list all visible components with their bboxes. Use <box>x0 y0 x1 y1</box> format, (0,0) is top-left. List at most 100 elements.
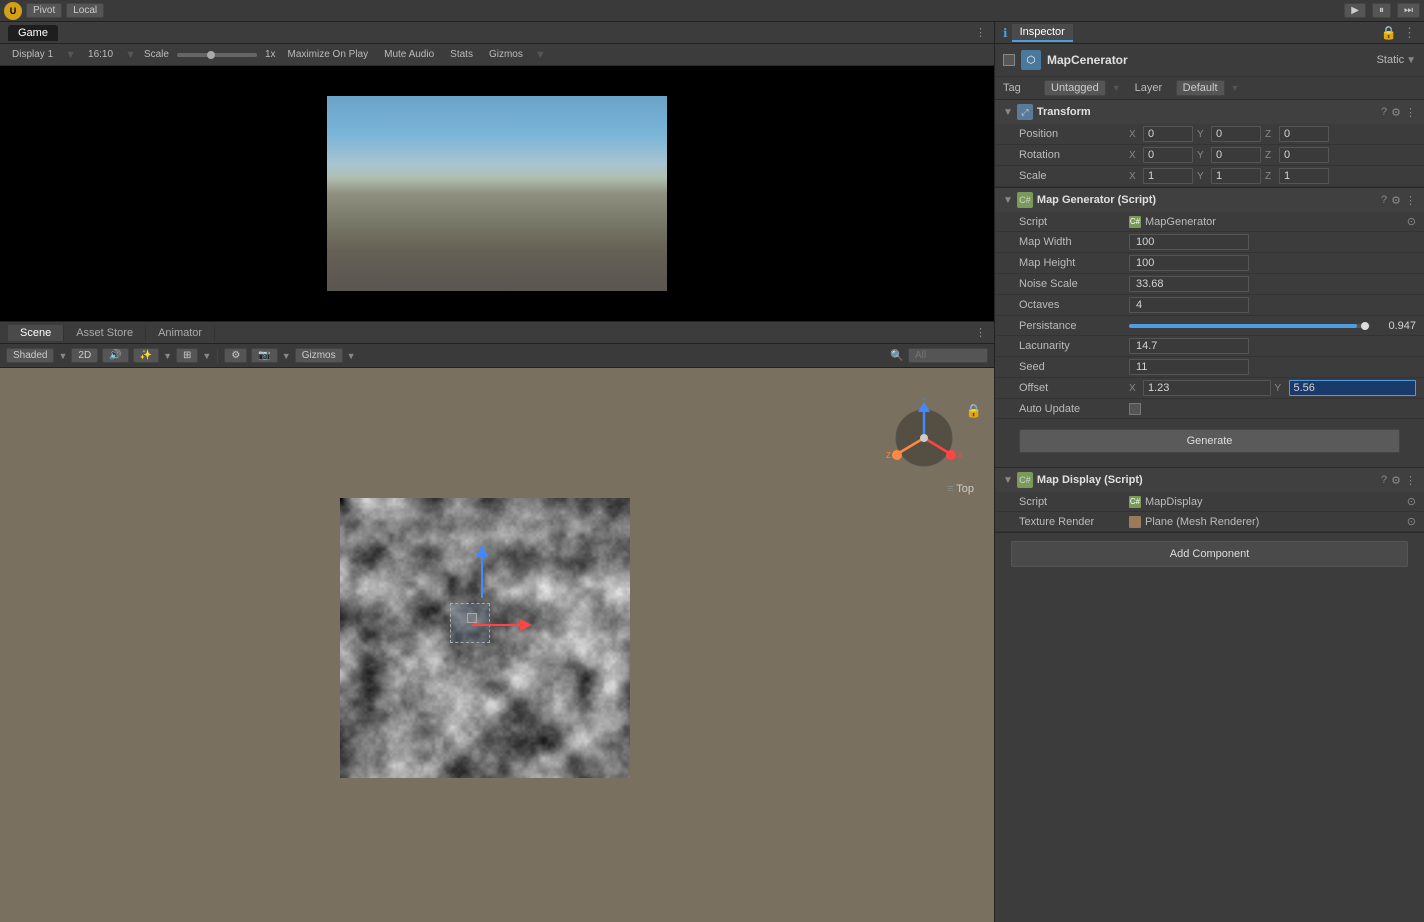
map-gen-script-icon: C# <box>1129 216 1141 228</box>
map-gen-help-icon[interactable]: ? <box>1381 194 1387 206</box>
map-gen-script-target[interactable]: ⊙ <box>1407 215 1416 228</box>
seed-input[interactable] <box>1129 359 1249 375</box>
map-display-script-icon: C# <box>1129 496 1141 508</box>
position-z-input[interactable] <box>1279 126 1329 142</box>
map-display-script-target[interactable]: ⊙ <box>1407 495 1416 508</box>
pause-button[interactable]: ⏸ <box>1372 3 1391 18</box>
map-height-input[interactable] <box>1129 255 1249 271</box>
transform-help-icon[interactable]: ? <box>1381 106 1387 118</box>
map-gen-script-name: MapGenerator <box>1145 216 1216 228</box>
transform-header[interactable]: ▼ ⤢ Transform ? ⚙ ⋮ <box>995 100 1424 124</box>
rotation-z-input[interactable] <box>1279 147 1329 163</box>
map-display-settings-icon[interactable]: ⚙ <box>1391 474 1401 487</box>
map-display-help-icon[interactable]: ? <box>1381 474 1387 486</box>
gizmos-game-button[interactable]: Gizmos <box>485 48 527 61</box>
scene-tools-btn[interactable]: ⚙ <box>224 348 247 363</box>
shading-dropdown[interactable]: Shaded <box>6 348 54 363</box>
gizmos-dropdown[interactable]: Gizmos <box>295 348 343 363</box>
tag-dropdown[interactable]: Untagged <box>1044 80 1106 96</box>
camera-btn[interactable]: 📷 <box>251 348 277 363</box>
object-header: ⬡ MapCenerator Static ▼ <box>995 44 1424 77</box>
game-tab[interactable]: Game <box>8 25 58 41</box>
ratio-selector[interactable]: 16:10 <box>84 48 117 61</box>
lock-icon[interactable]: 🔒 <box>966 403 982 419</box>
octaves-row: Octaves <box>995 295 1424 316</box>
map-display-more-icon[interactable]: ⋮ <box>1405 474 1416 487</box>
scene-viewport[interactable]: Y X Z ≡ Top <box>0 368 994 922</box>
inspector-content: ⬡ MapCenerator Static ▼ Tag Untagged ▼ L… <box>995 44 1424 922</box>
add-component-button[interactable]: Add Component <box>1011 541 1408 567</box>
map-gen-script-label: Script <box>1019 216 1129 228</box>
offset-x-input[interactable] <box>1143 380 1271 396</box>
scene-tab-bar: Scene Asset Store Animator ⋮ <box>0 322 994 344</box>
scale-slider[interactable] <box>177 53 257 57</box>
auto-update-checkbox[interactable] <box>1129 403 1141 415</box>
rotation-x-input[interactable] <box>1143 147 1193 163</box>
transform-settings-icon[interactable]: ⚙ <box>1391 106 1401 119</box>
scale-z-field: Z <box>1265 168 1329 184</box>
asset-store-tab[interactable]: Asset Store <box>64 325 146 341</box>
scale-x-input[interactable] <box>1143 168 1193 184</box>
noise-scale-input[interactable] <box>1129 276 1249 292</box>
maximize-on-play-button[interactable]: Maximize On Play <box>284 48 373 61</box>
rotation-z-field: Z <box>1265 147 1329 163</box>
octaves-input[interactable] <box>1129 297 1249 313</box>
display-selector[interactable]: Display 1 <box>8 48 57 61</box>
map-display-header[interactable]: ▼ C# Map Display (Script) ? ⚙ ⋮ <box>995 468 1424 492</box>
layer-dropdown[interactable]: Default <box>1176 80 1225 96</box>
lock-inspector-icon[interactable]: 🔒 <box>1381 25 1397 41</box>
scene-search-input[interactable] <box>908 348 988 363</box>
map-generator-header[interactable]: ▼ C# Map Generator (Script) ? ⚙ ⋮ <box>995 188 1424 212</box>
pivot-button[interactable]: Pivot <box>26 3 62 18</box>
auto-update-label: Auto Update <box>1019 403 1129 415</box>
map-width-input[interactable] <box>1129 234 1249 250</box>
game-canvas <box>327 96 667 291</box>
fx-button[interactable]: ✨ <box>133 348 159 363</box>
animator-tab[interactable]: Animator <box>146 325 215 341</box>
grid-button[interactable]: ⊞ <box>176 348 198 363</box>
seed-row: Seed <box>995 357 1424 378</box>
mute-audio-button[interactable]: Mute Audio <box>380 48 438 61</box>
scene-options[interactable]: ⋮ <box>975 326 986 339</box>
persistance-slider[interactable] <box>1129 324 1370 328</box>
generate-button[interactable]: Generate <box>1019 429 1400 453</box>
lacunarity-input[interactable] <box>1129 338 1249 354</box>
map-gen-settings-icon[interactable]: ⚙ <box>1391 194 1401 207</box>
transform-component: ▼ ⤢ Transform ? ⚙ ⋮ Position X <box>995 100 1424 188</box>
map-gen-more-icon[interactable]: ⋮ <box>1405 194 1416 207</box>
panel-options[interactable]: ⋮ <box>975 26 986 39</box>
right-arrow-handle[interactable] <box>467 615 537 635</box>
more-options-icon[interactable]: ⋮ <box>1403 25 1416 41</box>
scene-tab[interactable]: Scene <box>8 325 64 341</box>
texture-render-target[interactable]: ⊙ <box>1407 515 1416 528</box>
scale-z-input[interactable] <box>1279 168 1329 184</box>
persistance-value: 0.947 <box>1376 320 1416 332</box>
rotation-z-letter: Z <box>1265 150 1277 161</box>
2d-button[interactable]: 2D <box>71 348 98 363</box>
map-display-header-icons: ? ⚙ ⋮ <box>1381 474 1416 487</box>
center-handle[interactable] <box>467 613 477 623</box>
scale-x-letter: X <box>1129 171 1141 182</box>
play-button[interactable]: ▶ <box>1344 3 1366 18</box>
local-button[interactable]: Local <box>66 3 104 18</box>
top-icon: ≡ <box>947 483 953 495</box>
offset-y-input[interactable] <box>1289 380 1417 396</box>
gizmo-container: Y X Z <box>884 398 964 478</box>
up-arrow-handle[interactable] <box>472 543 492 603</box>
step-button[interactable]: ⏭ <box>1397 3 1420 18</box>
position-x-input[interactable] <box>1143 126 1193 142</box>
position-y-input[interactable] <box>1211 126 1261 142</box>
static-dropdown[interactable]: ▼ <box>1406 55 1416 66</box>
position-z-field: Z <box>1265 126 1329 142</box>
audio-button[interactable]: 🔊 <box>102 348 128 363</box>
scene-toolbar: Shaded ▼ 2D 🔊 ✨ ▼ ⊞ ▼ ⚙ 📷 ▼ Gizmos ▼ 🔍 <box>0 344 994 368</box>
map-display-component: ▼ C# Map Display (Script) ? ⚙ ⋮ Script C… <box>995 468 1424 533</box>
scale-y-input[interactable] <box>1211 168 1261 184</box>
stats-button[interactable]: Stats <box>446 48 477 61</box>
inspector-tab[interactable]: Inspector <box>1012 24 1073 42</box>
map-width-label: Map Width <box>1019 236 1129 248</box>
transform-more-icon[interactable]: ⋮ <box>1405 106 1416 119</box>
top-view-label: ≡ Top <box>947 483 974 495</box>
rotation-y-input[interactable] <box>1211 147 1261 163</box>
object-enable-checkbox[interactable] <box>1003 54 1015 66</box>
